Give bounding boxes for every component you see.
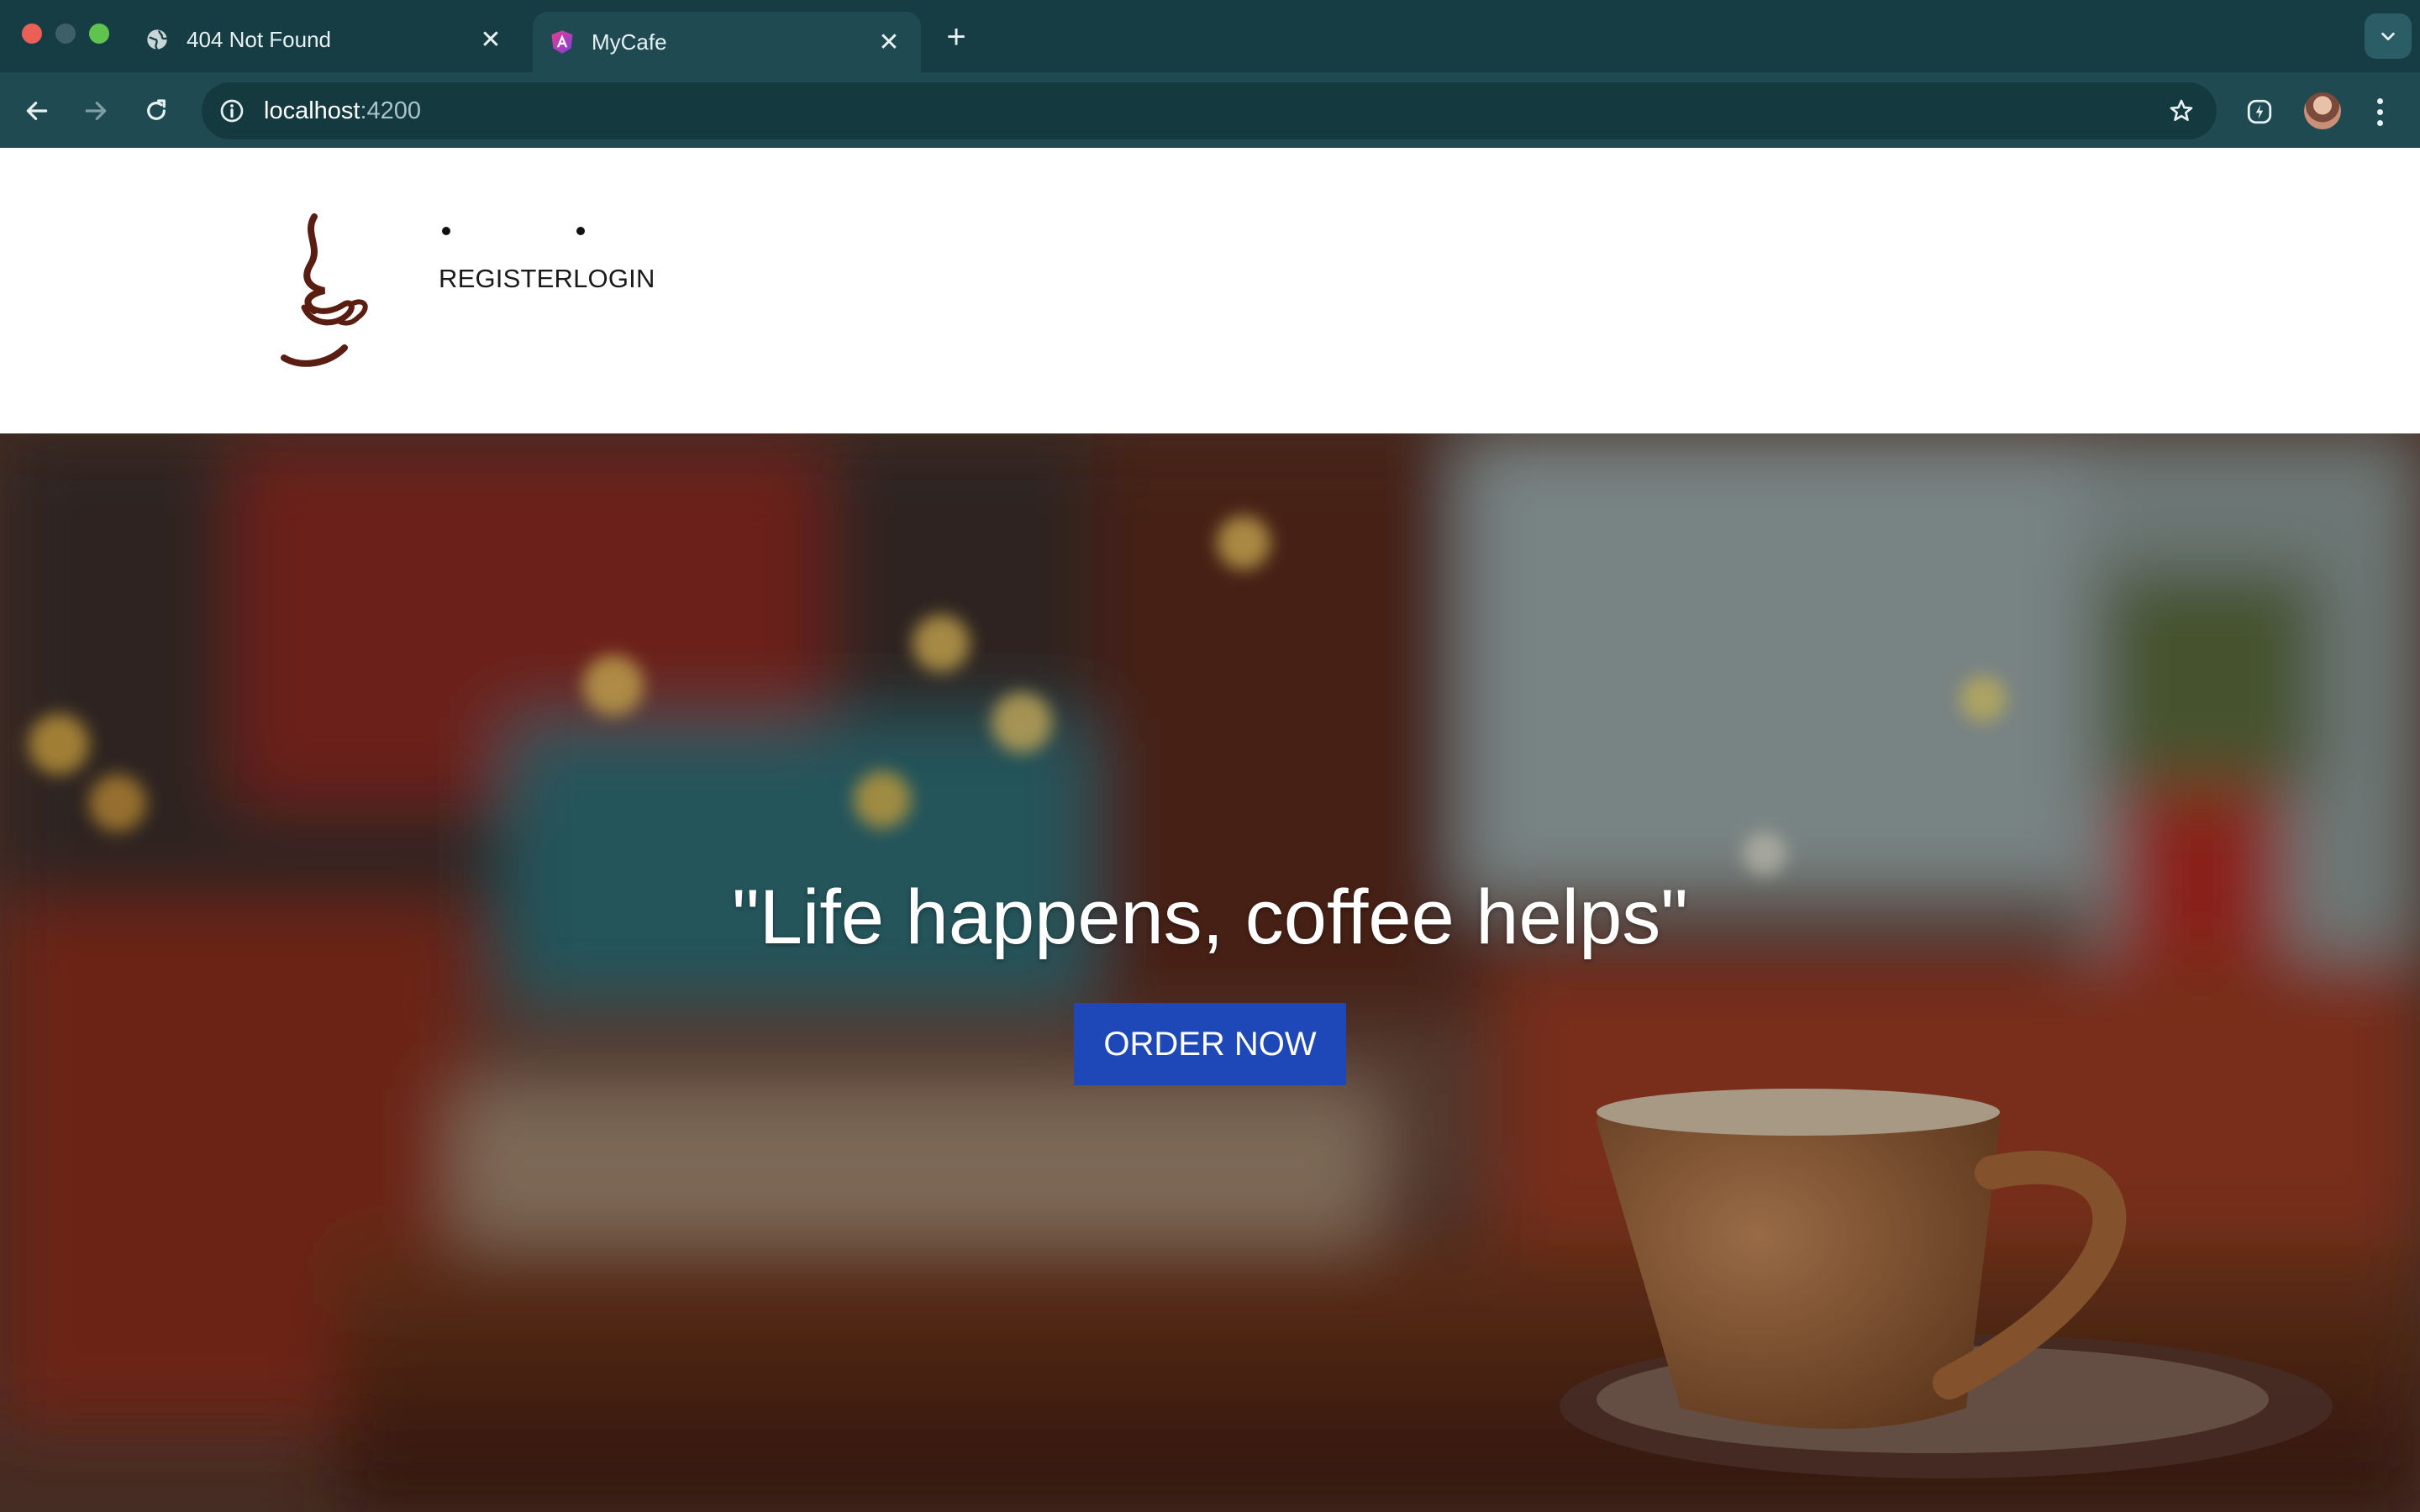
address-bar[interactable]: localhost:4200 [202, 82, 2217, 139]
new-tab-button[interactable]: + [938, 18, 975, 55]
tab-close-icon[interactable]: ✕ [476, 24, 506, 55]
bookmark-star-icon[interactable] [2165, 94, 2198, 128]
chevron-down-icon [2381, 32, 2395, 41]
url-host: localhost [264, 97, 360, 124]
tab-search-button[interactable] [2365, 13, 2412, 59]
minimize-window-button[interactable] [55, 24, 76, 44]
globe-icon [145, 27, 170, 52]
site-header: REGISTER LOGIN [0, 148, 2420, 433]
coffee-cup-logo-icon[interactable] [277, 213, 385, 370]
main-nav: REGISTER LOGIN [439, 227, 655, 294]
url-text: localhost:4200 [264, 97, 421, 125]
close-window-button[interactable] [22, 24, 42, 44]
tab-404-not-found[interactable]: 404 Not Found ✕ [128, 12, 523, 67]
order-now-button[interactable]: ORDER NOW [1074, 1003, 1346, 1085]
reload-button[interactable] [134, 89, 178, 133]
browser-chrome: 404 Not Found ✕ MyCafe ✕ + localhost:420… [0, 0, 2420, 148]
hero-quote: "Life happens, coffee helps" [732, 874, 1688, 960]
tab-title: 404 Not Found [187, 26, 332, 52]
extension-icon[interactable] [2240, 92, 2279, 131]
arrow-left-icon [26, 102, 48, 120]
tab-close-icon[interactable]: ✕ [874, 27, 904, 57]
hero-section: "Life happens, coffee helps" ORDER NOW [0, 433, 2420, 1512]
maximize-window-button[interactable] [89, 24, 109, 44]
tab-title: MyCafe [592, 29, 667, 55]
arrow-right-icon [85, 102, 107, 120]
hero-overlay [0, 433, 2420, 1512]
site-info-icon[interactable] [215, 94, 249, 128]
toolbar: localhost:4200 [0, 72, 2420, 148]
tab-mycafe[interactable]: MyCafe ✕ [533, 12, 921, 72]
url-port: :4200 [360, 97, 422, 124]
reload-icon [147, 99, 166, 120]
angular-icon [550, 29, 575, 55]
back-button[interactable] [15, 89, 59, 133]
browser-menu-button[interactable] [2363, 92, 2396, 131]
tab-strip: 404 Not Found ✕ MyCafe ✕ + [0, 0, 2420, 72]
nav-register-link[interactable]: REGISTER [439, 227, 573, 294]
forward-button[interactable] [74, 89, 118, 133]
profile-avatar[interactable] [2304, 92, 2341, 129]
nav-login-link[interactable]: LOGIN [573, 227, 655, 294]
